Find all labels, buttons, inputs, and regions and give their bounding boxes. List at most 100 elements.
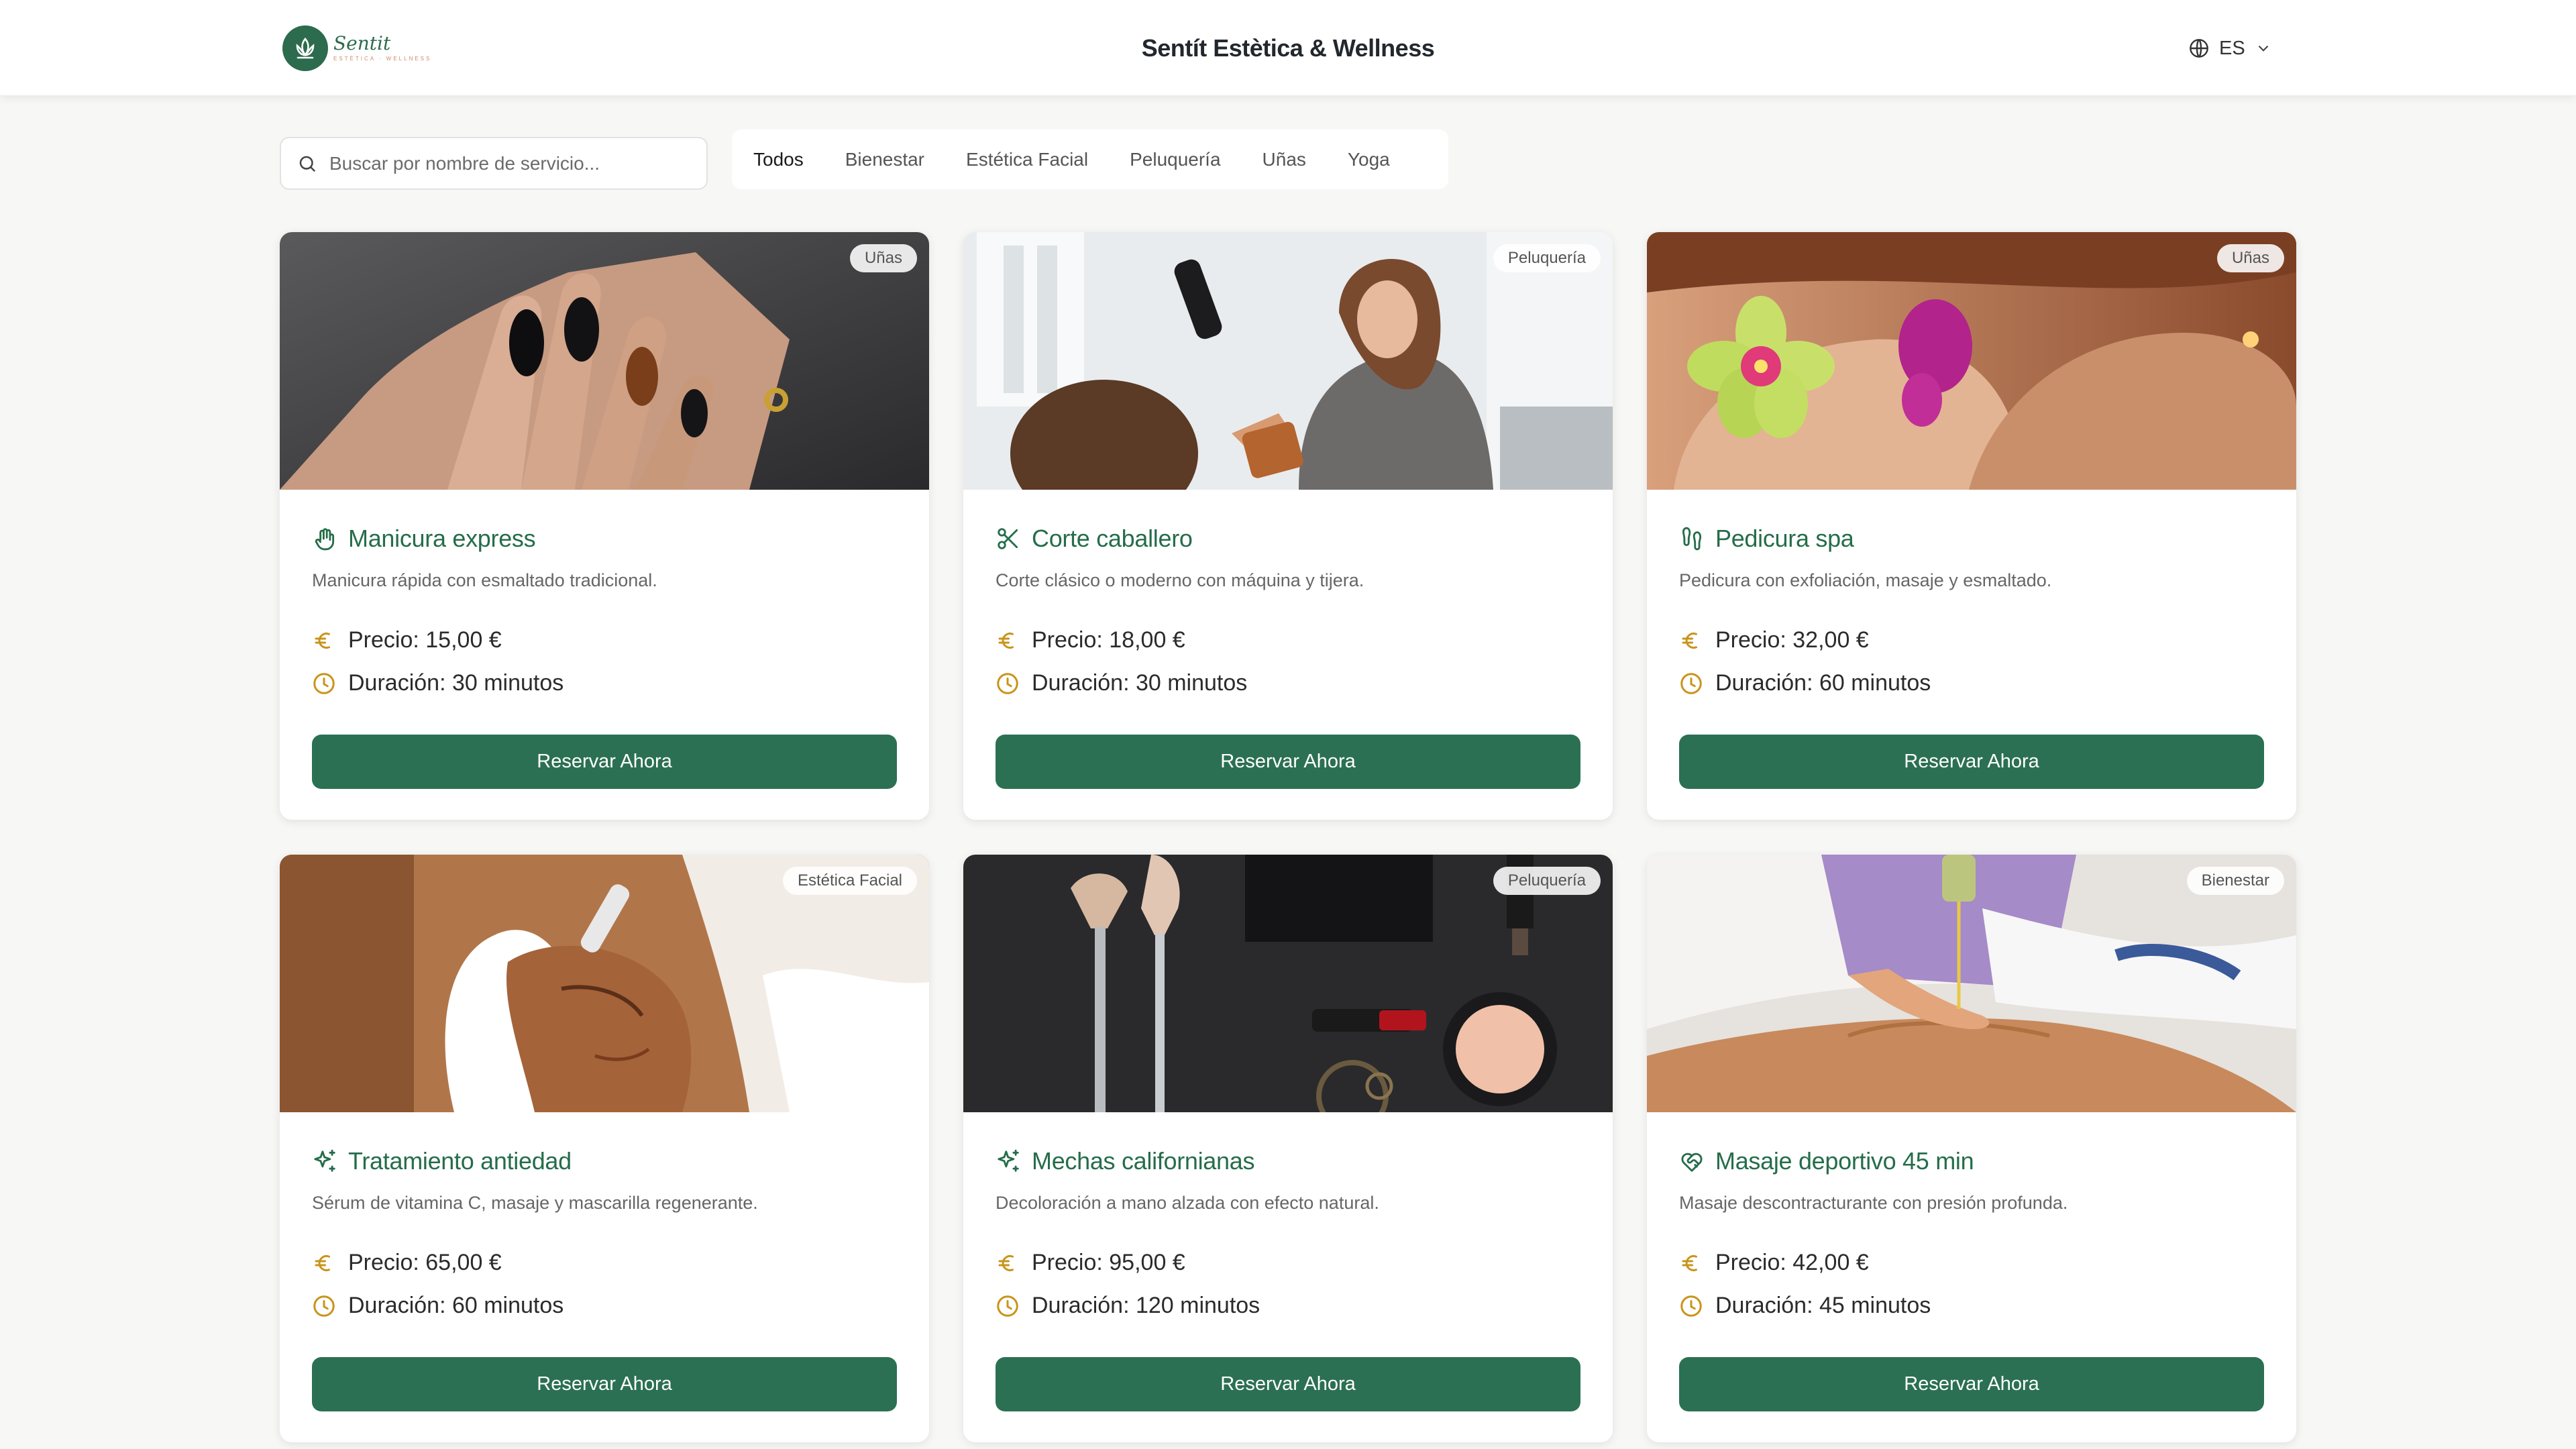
service-price: Precio: 32,00 €	[1679, 627, 1869, 653]
category-badge: Bienestar	[2186, 867, 2284, 895]
category-badge: Estética Facial	[782, 867, 917, 895]
language-selector[interactable]: ES	[2188, 35, 2272, 62]
service-image: Uñas	[280, 232, 929, 490]
clock-icon	[996, 1294, 1020, 1318]
service-title-text: Manicura express	[348, 525, 536, 552]
duration-text: Duración: 30 minutos	[348, 670, 564, 696]
logo-tagline: ESTÈTICA · WELLNESS	[333, 56, 432, 62]
price-text: Precio: 18,00 €	[1032, 627, 1185, 653]
search-icon	[297, 154, 317, 174]
duration-text: Duración: 30 minutos	[1032, 670, 1248, 696]
globe-icon	[2188, 38, 2210, 59]
euro-icon	[1679, 1251, 1703, 1275]
price-text: Precio: 65,00 €	[348, 1250, 502, 1275]
tab-unas[interactable]: Uñas	[1242, 129, 1327, 189]
tab-peluqueria[interactable]: Peluquería	[1109, 129, 1241, 189]
euro-icon	[1679, 629, 1703, 653]
service-duration: Duración: 60 minutos	[1679, 670, 1931, 696]
category-badge: Peluquería	[1493, 244, 1601, 272]
top-header: Sentit ESTÈTICA · WELLNESS Sentít Estèti…	[0, 0, 2576, 96]
sparkles-icon	[996, 1148, 1021, 1174]
chevron-down-icon	[2255, 40, 2272, 57]
service-card: Bienestar Masaje deportivo 45 min Masaje…	[1647, 855, 2296, 1442]
clock-icon	[1679, 672, 1703, 696]
duration-text: Duración: 60 minutos	[348, 1293, 564, 1318]
service-title-text: Tratamiento antiedad	[348, 1147, 572, 1175]
service-duration: Duración: 30 minutos	[312, 670, 564, 696]
service-price: Precio: 18,00 €	[996, 627, 1185, 653]
category-tabs: Todos Bienestar Estética Facial Peluquer…	[732, 129, 1448, 189]
search-box[interactable]	[280, 137, 708, 190]
price-text: Precio: 15,00 €	[348, 627, 502, 653]
clock-icon	[996, 672, 1020, 696]
service-title: Manicura express	[312, 525, 536, 553]
clock-icon	[312, 672, 336, 696]
lotus-logo-icon	[282, 25, 328, 71]
service-title: Corte caballero	[996, 525, 1193, 553]
book-now-button[interactable]: Reservar Ahora	[996, 735, 1580, 789]
service-duration: Duración: 45 minutos	[1679, 1293, 1931, 1319]
service-image: Peluquería	[963, 855, 1613, 1112]
tab-bienestar[interactable]: Bienestar	[824, 129, 945, 189]
language-label: ES	[2219, 37, 2245, 59]
service-description: Decoloración a mano alzada con efecto na…	[996, 1193, 1379, 1213]
service-duration: Duración: 120 minutos	[996, 1293, 1260, 1319]
euro-icon	[996, 629, 1020, 653]
price-text: Precio: 95,00 €	[1032, 1250, 1185, 1275]
footprints-icon	[1679, 526, 1705, 551]
clock-icon	[1679, 1294, 1703, 1318]
service-title-text: Pedicura spa	[1715, 525, 1854, 552]
book-now-button[interactable]: Reservar Ahora	[1679, 1357, 2264, 1411]
book-now-button[interactable]: Reservar Ahora	[1679, 735, 2264, 789]
book-now-button[interactable]: Reservar Ahora	[312, 1357, 897, 1411]
hand-icon	[312, 526, 337, 551]
tab-estetica-facial[interactable]: Estética Facial	[945, 129, 1109, 189]
heart-handshake-icon	[1679, 1148, 1705, 1174]
book-now-button[interactable]: Reservar Ahora	[312, 735, 897, 789]
service-description: Manicura rápida con esmaltado tradiciona…	[312, 570, 657, 590]
service-card: Peluquería Corte caballero Corte clásico…	[963, 232, 1613, 820]
service-card: Uñas Manicura express Manicura rápida co…	[280, 232, 929, 820]
search-input[interactable]	[329, 152, 692, 174]
duration-text: Duración: 45 minutos	[1715, 1293, 1931, 1318]
service-card: Uñas Pedicura spa Pedicura con exfoliaci…	[1647, 232, 2296, 820]
service-title: Mechas californianas	[996, 1147, 1254, 1175]
service-image: Peluquería	[963, 232, 1613, 490]
service-duration: Duración: 30 minutos	[996, 670, 1247, 696]
logo-name: Sentit	[333, 32, 391, 54]
price-text: Precio: 32,00 €	[1715, 627, 1869, 653]
service-price: Precio: 42,00 €	[1679, 1250, 1869, 1276]
scissors-icon	[996, 526, 1021, 551]
service-image: Uñas	[1647, 232, 2296, 490]
service-description: Pedicura con exfoliación, masaje y esmal…	[1679, 570, 2052, 590]
service-title-text: Masaje deportivo 45 min	[1715, 1147, 1974, 1175]
service-title-text: Mechas californianas	[1032, 1147, 1255, 1175]
service-description: Corte clásico o moderno con máquina y ti…	[996, 570, 1364, 590]
service-card: Estética Facial Tratamiento antiedad Sér…	[280, 855, 929, 1442]
service-title: Tratamiento antiedad	[312, 1147, 572, 1175]
service-image: Estética Facial	[280, 855, 929, 1112]
service-duration: Duración: 60 minutos	[312, 1293, 564, 1319]
duration-text: Duración: 120 minutos	[1032, 1293, 1260, 1318]
book-now-button[interactable]: Reservar Ahora	[996, 1357, 1580, 1411]
service-title-text: Corte caballero	[1032, 525, 1193, 552]
clock-icon	[312, 1294, 336, 1318]
euro-icon	[312, 629, 336, 653]
service-description: Masaje descontracturante con presión pro…	[1679, 1193, 2068, 1213]
euro-icon	[312, 1251, 336, 1275]
euro-icon	[996, 1251, 1020, 1275]
duration-text: Duración: 60 minutos	[1715, 670, 1931, 696]
service-price: Precio: 15,00 €	[312, 627, 502, 653]
service-title: Masaje deportivo 45 min	[1679, 1147, 1974, 1175]
service-title: Pedicura spa	[1679, 525, 1854, 553]
category-badge: Peluquería	[1493, 867, 1601, 895]
tab-yoga[interactable]: Yoga	[1327, 129, 1411, 189]
category-badge: Uñas	[849, 244, 917, 272]
tab-todos[interactable]: Todos	[753, 129, 824, 189]
service-image: Bienestar	[1647, 855, 2296, 1112]
service-card: Peluquería Mechas californianas Decolora…	[963, 855, 1613, 1442]
brand-logo[interactable]: Sentit ESTÈTICA · WELLNESS	[282, 24, 431, 72]
sparkles-icon	[312, 1148, 337, 1174]
service-description: Sérum de vitamina C, masaje y mascarilla…	[312, 1193, 758, 1213]
service-price: Precio: 95,00 €	[996, 1250, 1185, 1276]
